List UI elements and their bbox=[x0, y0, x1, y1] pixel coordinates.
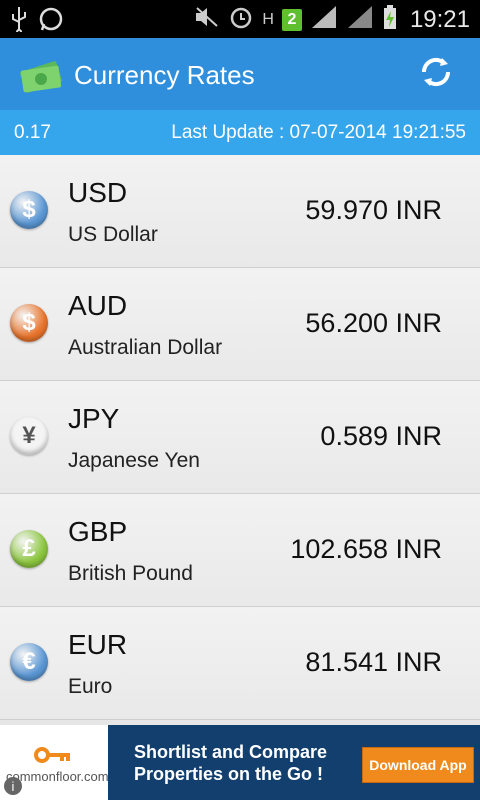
refresh-button[interactable] bbox=[414, 52, 458, 96]
euro-icon: € bbox=[10, 643, 48, 681]
status-left-icons bbox=[10, 6, 64, 37]
network-h-icon: H bbox=[262, 10, 274, 28]
currency-rate: 102.658 INR bbox=[290, 534, 442, 564]
dollar-icon: $ bbox=[10, 304, 48, 342]
currency-name: US Dollar bbox=[68, 223, 158, 246]
yen-icon: ¥ bbox=[10, 417, 48, 455]
list-item-usd[interactable]: $ USD US Dollar 59.970 INR bbox=[0, 155, 480, 268]
info-count: 0.17 bbox=[14, 122, 51, 143]
status-right-icons: H 2 19:21 bbox=[194, 4, 470, 35]
sim-badge: 2 bbox=[281, 8, 302, 31]
currency-name: Australian Dollar bbox=[68, 336, 223, 359]
currency-name: British Pound bbox=[68, 562, 193, 585]
currency-code: USD bbox=[68, 177, 128, 208]
ad-headline-line1: Shortlist and Compare bbox=[134, 742, 328, 762]
currency-code: GBP bbox=[68, 516, 128, 547]
currency-name: Japanese Yen bbox=[68, 449, 200, 472]
battery-charging-icon bbox=[382, 4, 398, 35]
currency-rate: 0.589 INR bbox=[320, 421, 442, 451]
currency-code: EUR bbox=[68, 629, 128, 660]
signal-icon bbox=[310, 4, 338, 35]
currency-code: AUD bbox=[68, 290, 128, 321]
currency-name: Euro bbox=[68, 675, 113, 698]
list-item-eur[interactable]: € EUR Euro 81.541 INR bbox=[0, 607, 480, 720]
currency-code: JPY bbox=[68, 403, 120, 434]
currency-rate: 59.970 INR bbox=[305, 195, 442, 225]
currency-rate: 81.541 INR bbox=[305, 647, 442, 677]
info-bar: 0.17 Last Update : 07-07-2014 19:21:55 bbox=[0, 110, 480, 155]
list-item-aud[interactable]: $ AUD Australian Dollar 56.200 INR bbox=[0, 268, 480, 381]
ad-banner[interactable]: commonfloor.com i Shortlist and Compare … bbox=[0, 725, 480, 800]
ad-headline: Shortlist and Compare Properties on the … bbox=[134, 741, 327, 785]
info-icon[interactable]: i bbox=[4, 777, 22, 795]
usb-icon bbox=[10, 6, 28, 37]
refresh-icon bbox=[416, 52, 456, 97]
app-title: Currency Rates bbox=[74, 60, 255, 90]
app-bar: Currency Rates bbox=[0, 38, 480, 110]
list-item-jpy[interactable]: ¥ JPY Japanese Yen 0.589 INR bbox=[0, 381, 480, 494]
alarm-icon bbox=[228, 4, 254, 35]
money-icon bbox=[18, 54, 64, 99]
list-item-gbp[interactable]: £ GBP British Pound 102.658 INR bbox=[0, 494, 480, 607]
last-update-label: Last Update : 07-07-2014 19:21:55 bbox=[171, 122, 466, 143]
ad-headline-line2: Properties on the Go ! bbox=[134, 764, 324, 784]
signal-icon-2 bbox=[346, 4, 374, 35]
currency-rate: 56.200 INR bbox=[305, 308, 442, 338]
currency-list: $ USD US Dollar 59.970 INR $ AUD Austral… bbox=[0, 155, 480, 725]
key-icon bbox=[34, 745, 74, 770]
pound-icon: £ bbox=[10, 530, 48, 568]
mute-icon bbox=[194, 5, 220, 34]
download-app-button[interactable]: Download App bbox=[362, 747, 474, 783]
clock-time: 19:21 bbox=[409, 5, 470, 33]
dollar-icon: $ bbox=[10, 191, 48, 229]
whatsapp-icon bbox=[38, 6, 64, 37]
status-bar: H 2 19:21 bbox=[0, 0, 480, 38]
